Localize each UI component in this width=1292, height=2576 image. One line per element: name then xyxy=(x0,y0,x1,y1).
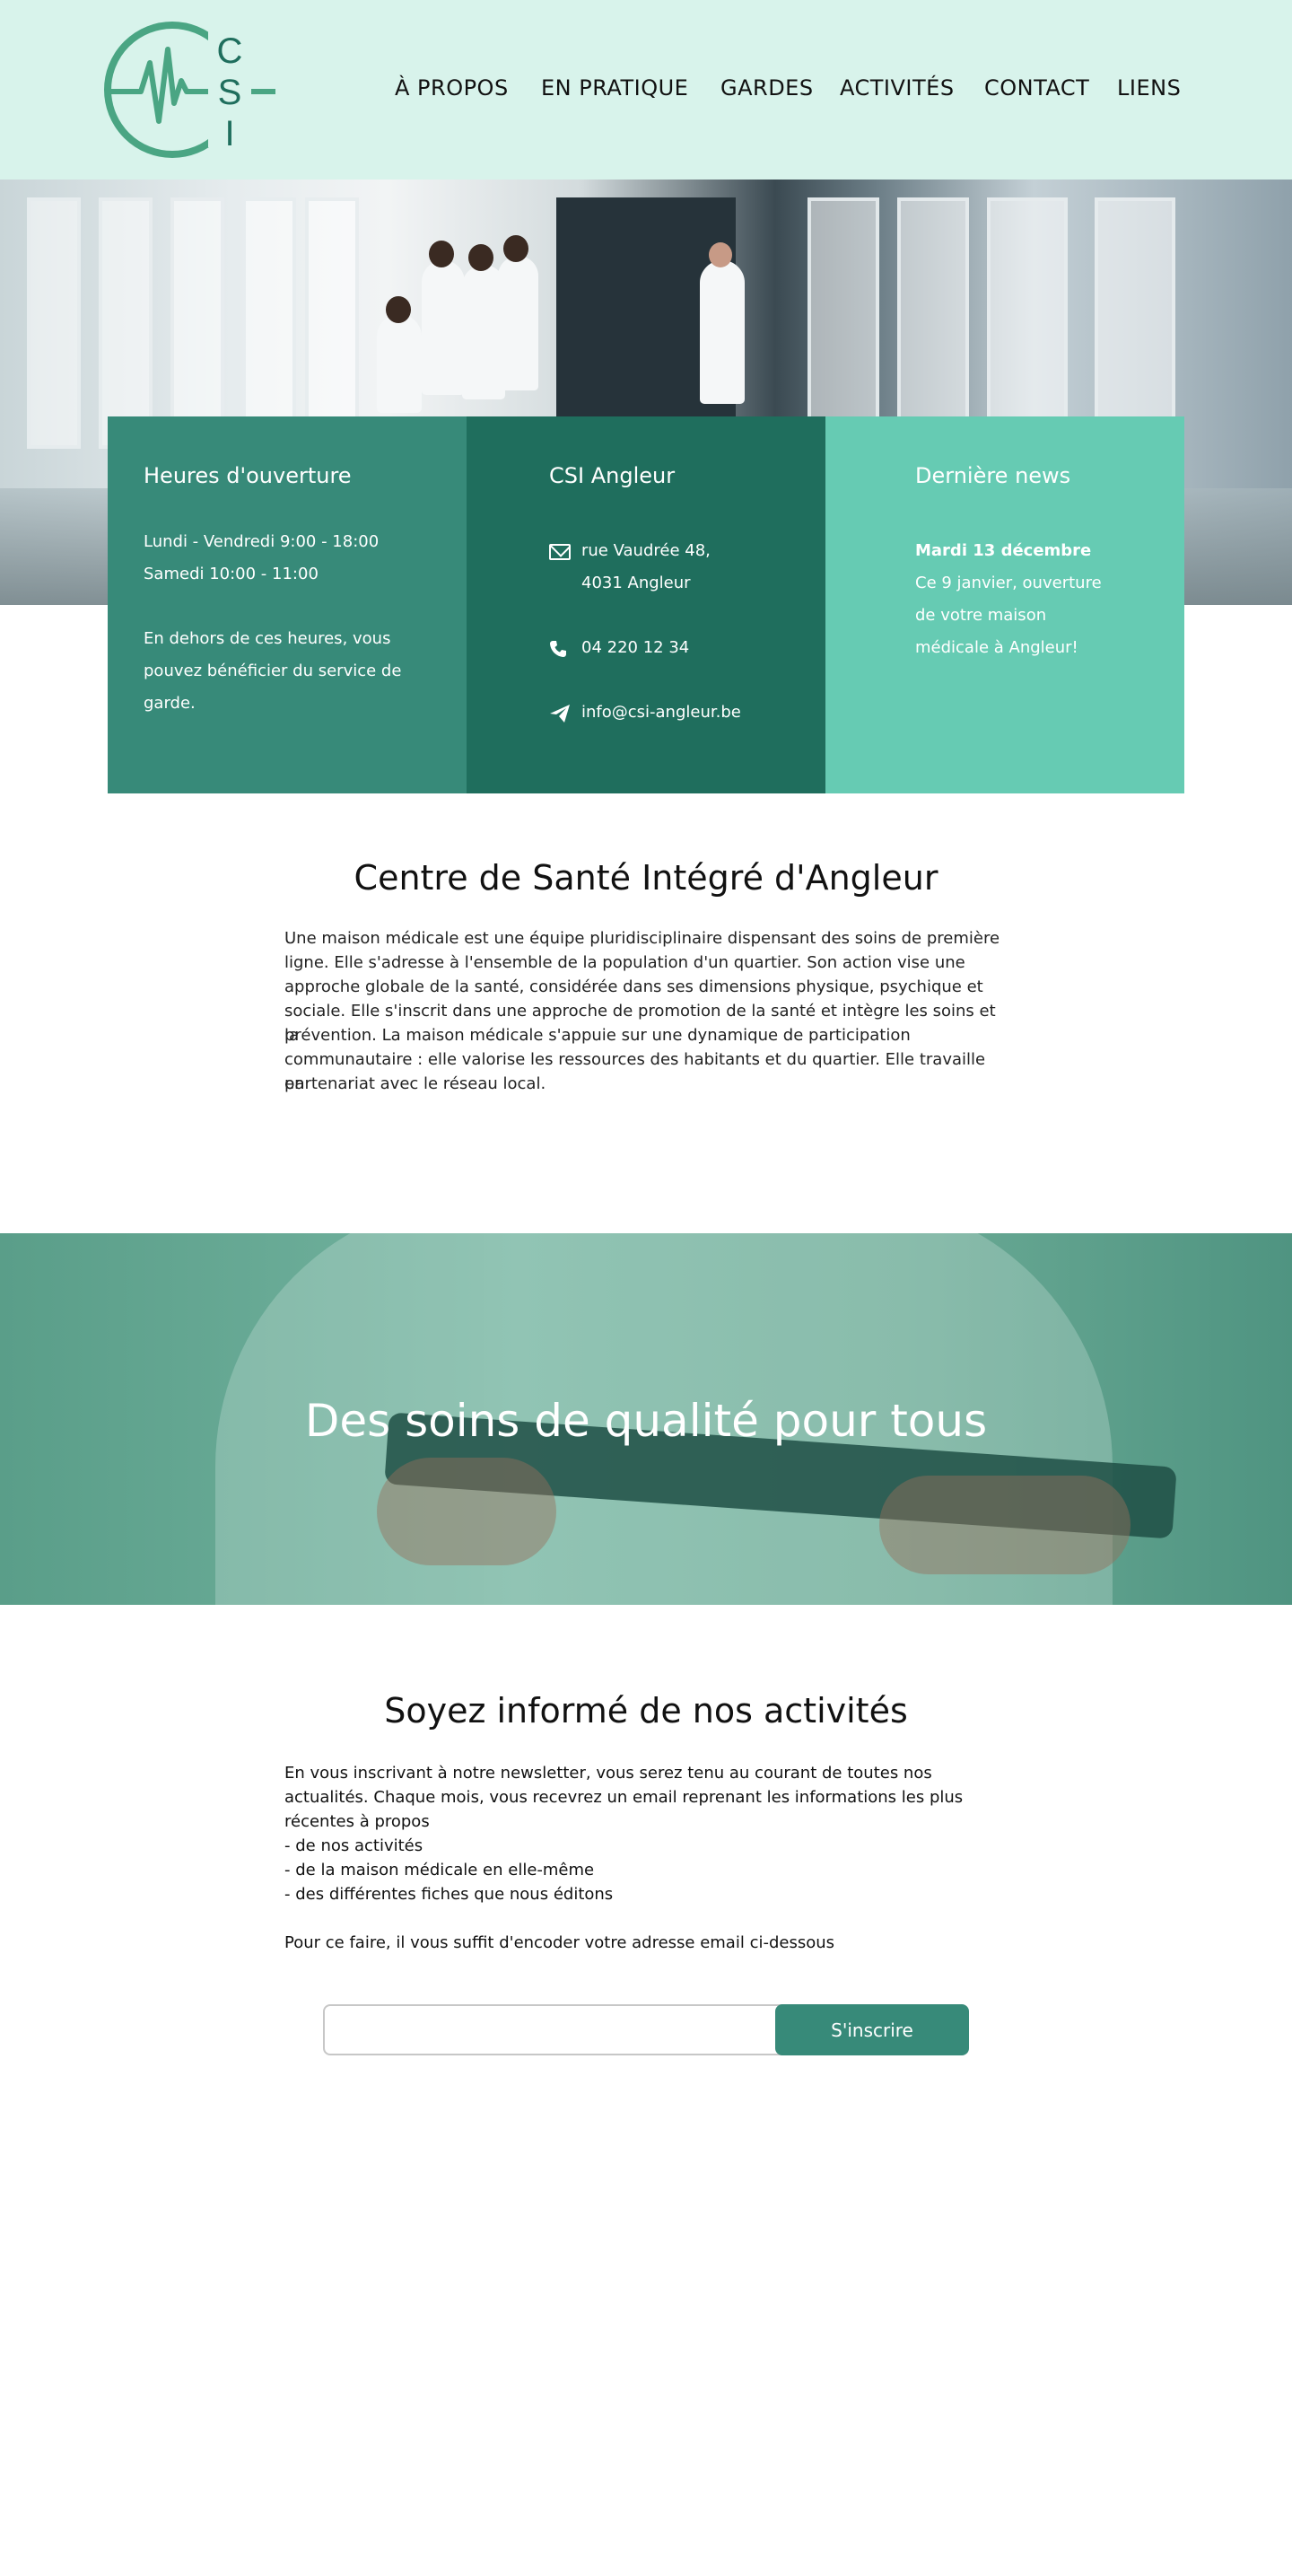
quality-care-banner: Des soins de qualité pour tous xyxy=(0,1233,1292,1605)
hero-person-head xyxy=(503,235,528,262)
news-date: Mardi 13 décembre xyxy=(915,541,1092,560)
hours-weekdays: Lundi - Vendredi 9:00 - 18:00 xyxy=(144,532,380,551)
logo-letter-c: C xyxy=(217,31,243,71)
hero-person xyxy=(498,256,538,390)
hours-note-line: En dehors de ces heures, vous xyxy=(144,629,391,648)
about-title: Centre de Santé Intégré d'Angleur xyxy=(354,858,938,898)
hero-window xyxy=(897,197,969,449)
phone-icon xyxy=(550,641,566,657)
address-title: CSI Angleur xyxy=(549,463,676,488)
site-header: C S I À PROPOS EN PRATIQUE GARDES ACTIVI… xyxy=(0,0,1292,180)
opening-hours-box: Heures d'ouverture Lundi - Vendredi 9:00… xyxy=(108,416,467,793)
newsletter-instruction: Pour ce faire, il vous suffit d'encoder … xyxy=(284,1933,835,1952)
address-box: CSI Angleur rue Vaudrée 48, 4031 Angleur… xyxy=(467,416,825,793)
news-text-line: médicale à Angleur! xyxy=(915,638,1078,657)
newsletter-line: En vous inscrivant à notre newsletter, v… xyxy=(284,1764,932,1783)
nav-apropos[interactable]: À PROPOS xyxy=(395,75,509,101)
news-text-line: Ce 9 janvier, ouverture xyxy=(915,574,1102,592)
about-line: Une maison médicale est une équipe pluri… xyxy=(284,929,1000,948)
latest-news-box: Dernière news Mardi 13 décembre Ce 9 jan… xyxy=(825,416,1184,793)
hero-window xyxy=(987,197,1068,449)
about-line: prévention. La maison médicale s'appuie … xyxy=(284,1026,911,1045)
banner-hand xyxy=(879,1476,1130,1574)
address-street: rue Vaudrée 48, xyxy=(581,541,711,560)
hero-doctor xyxy=(700,260,745,404)
hours-saturday: Samedi 10:00 - 11:00 xyxy=(144,565,319,583)
address-city: 4031 Angleur xyxy=(581,574,691,592)
hero-doctor-head xyxy=(709,242,732,267)
banner-title: Des soins de qualité pour tous xyxy=(304,1395,988,1447)
hero-window xyxy=(242,197,296,449)
about-line: partenariat avec le réseau local. xyxy=(284,1074,546,1093)
hours-note-line: pouvez bénéficier du service de xyxy=(144,662,402,680)
newsletter-line: - des différentes fiches que nous éditon… xyxy=(284,1885,614,1904)
banner-hand xyxy=(377,1458,556,1565)
paper-plane-icon xyxy=(550,705,570,723)
about-line: ligne. Elle s'adresse à l'ensemble de la… xyxy=(284,953,965,972)
newsletter-line: - de nos activités xyxy=(284,1836,423,1855)
nav-gardes[interactable]: GARDES xyxy=(720,75,814,101)
envelope-icon xyxy=(549,544,571,560)
latest-news-title: Dernière news xyxy=(915,463,1071,488)
nav-en-pratique[interactable]: EN PRATIQUE xyxy=(541,75,688,101)
nav-contact[interactable]: CONTACT xyxy=(984,75,1089,101)
hero-window xyxy=(808,197,879,449)
hero-window xyxy=(1095,197,1175,449)
subscribe-button[interactable]: S'inscrire xyxy=(775,2004,969,2055)
hero-person xyxy=(377,314,422,413)
newsletter-email-input[interactable] xyxy=(323,2004,790,2055)
hero-window xyxy=(305,197,359,449)
newsletter-line: actualités. Chaque mois, vous recevrez u… xyxy=(284,1788,964,1807)
logo-letter-i: I xyxy=(224,114,234,153)
hero-window xyxy=(170,197,224,449)
hero-person-head xyxy=(468,244,493,271)
nav-activites[interactable]: ACTIVITÉS xyxy=(840,75,955,101)
hero-window xyxy=(99,197,153,449)
hero-person-head xyxy=(429,241,454,267)
hero-window xyxy=(27,197,81,449)
phone-number[interactable]: 04 220 12 34 xyxy=(581,632,689,664)
news-text-line: de votre maison xyxy=(915,606,1047,625)
newsletter-title: Soyez informé de nos activités xyxy=(384,1691,908,1730)
nav-liens[interactable]: LIENS xyxy=(1117,75,1181,101)
opening-hours-title: Heures d'ouverture xyxy=(144,463,352,488)
hero-person-head xyxy=(386,296,411,323)
main-nav: À PROPOS EN PRATIQUE GARDES ACTIVITÉS CO… xyxy=(0,75,1292,106)
hero-person xyxy=(422,260,465,395)
about-line: approche globale de la santé, considérée… xyxy=(284,977,983,996)
email-link[interactable]: info@csi-angleur.be xyxy=(581,697,741,729)
newsletter-line: - de la maison médicale en elle-même xyxy=(284,1861,595,1879)
hours-note-line: garde. xyxy=(144,694,196,713)
newsletter-line: récentes à propos xyxy=(284,1812,430,1831)
